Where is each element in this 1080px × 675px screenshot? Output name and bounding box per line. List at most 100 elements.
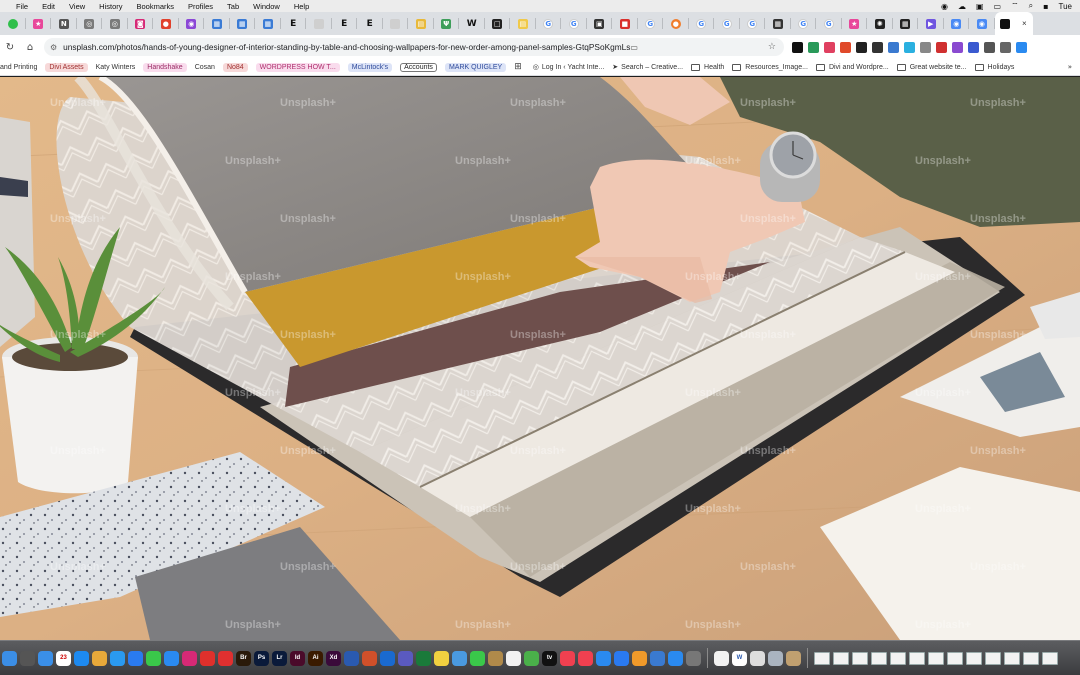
- browser-tab[interactable]: ◉: [969, 12, 995, 35]
- bookmark-item[interactable]: McLintock's: [347, 62, 393, 72]
- extension-icon[interactable]: [952, 41, 963, 53]
- address-bar[interactable]: ⚙ unsplash.com/photos/hands-of-young-des…: [44, 38, 784, 56]
- extension-icon[interactable]: [984, 41, 995, 53]
- preview-icon[interactable]: [452, 650, 467, 666]
- bookmark-item[interactable]: ➤ Search – Creative...: [612, 63, 683, 71]
- browser-tab[interactable]: ▤: [510, 12, 536, 35]
- tv-icon[interactable]: tv: [542, 650, 557, 666]
- lightroom-icon[interactable]: Lr: [272, 650, 287, 666]
- music-icon[interactable]: [560, 650, 575, 666]
- bookmark-item[interactable]: Accounts: [400, 62, 437, 72]
- maps-icon[interactable]: [524, 650, 539, 666]
- bookmark-folder[interactable]: Resources_Image...: [732, 63, 808, 71]
- utility-icon[interactable]: [686, 650, 701, 666]
- browser-tab[interactable]: [0, 12, 26, 35]
- browser-tab[interactable]: ★: [26, 12, 52, 35]
- bookmark-item[interactable]: Divi Assets: [45, 62, 88, 72]
- news-icon[interactable]: [578, 650, 593, 666]
- messages-icon[interactable]: [146, 650, 161, 666]
- browser-tab[interactable]: ◉: [944, 12, 970, 35]
- minimized-window-thumbnail[interactable]: [814, 651, 830, 665]
- bridge-icon[interactable]: Br: [236, 650, 251, 666]
- screen-share-icon[interactable]: [668, 650, 683, 666]
- menu-tab[interactable]: Tab: [221, 2, 247, 11]
- pages-icon[interactable]: [632, 650, 647, 666]
- menu-view[interactable]: View: [63, 2, 93, 11]
- home-icon[interactable]: ⌂: [20, 42, 40, 53]
- bookmark-item[interactable]: ◎ Log In ‹ Yacht Inte...: [533, 63, 605, 71]
- bookmark-item[interactable]: MARK QUIGLEY: [444, 62, 507, 72]
- menu-history[interactable]: History: [93, 2, 130, 11]
- clock[interactable]: Tue: [1059, 2, 1073, 11]
- browser-tab[interactable]: G: [689, 12, 715, 35]
- bookmark-item[interactable]: WORDPRESS HOW T...: [255, 62, 340, 72]
- word-icon[interactable]: [344, 650, 359, 666]
- bookmark-item[interactable]: and Printing: [0, 64, 37, 71]
- powerpoint-icon[interactable]: [362, 650, 377, 666]
- menu-window[interactable]: Window: [247, 2, 288, 11]
- teams-icon[interactable]: [398, 650, 413, 666]
- bookmark-folder[interactable]: Holidays: [974, 63, 1014, 71]
- minimized-window-thumbnail[interactable]: [928, 651, 944, 665]
- ios-app-store-icon[interactable]: [596, 650, 611, 666]
- minimized-window-thumbnail[interactable]: [871, 651, 887, 665]
- word-doc-icon[interactable]: W: [732, 650, 747, 666]
- extension-icon[interactable]: [856, 41, 867, 53]
- excel-icon[interactable]: [416, 650, 431, 666]
- browser-tab[interactable]: ▦: [893, 12, 919, 35]
- menu-profiles[interactable]: Profiles: [182, 2, 221, 11]
- instagram-icon[interactable]: [182, 650, 197, 666]
- active-tab[interactable]: ×: [994, 12, 1033, 35]
- browser-tab[interactable]: □: [485, 12, 511, 35]
- browser-tab[interactable]: ◙: [128, 12, 154, 35]
- messenger-icon[interactable]: [128, 650, 143, 666]
- browser-tab[interactable]: E: [357, 12, 383, 35]
- browser-tab[interactable]: G: [561, 12, 587, 35]
- extension-icon[interactable]: [920, 41, 931, 53]
- bookmark-item[interactable]: Katy Winters: [96, 64, 136, 71]
- acrobat-icon[interactable]: [200, 650, 215, 666]
- extension-icon[interactable]: [824, 41, 835, 53]
- calculator-icon[interactable]: [20, 650, 35, 666]
- browser-tab[interactable]: ◉: [179, 12, 205, 35]
- chrome-icon[interactable]: [92, 650, 107, 666]
- menu-edit[interactable]: Edit: [36, 2, 63, 11]
- outlook-icon[interactable]: [380, 650, 395, 666]
- bookmarks-overflow-icon[interactable]: »: [1068, 63, 1072, 71]
- extension-icon[interactable]: [792, 41, 803, 53]
- minimized-window-thumbnail[interactable]: [852, 651, 868, 665]
- bookmark-star-icon[interactable]: ☆: [768, 42, 776, 52]
- app-store-icon[interactable]: [74, 650, 89, 666]
- minimized-window-thumbnail[interactable]: [1004, 651, 1020, 665]
- extension-icon[interactable]: [888, 41, 899, 53]
- extension-icon[interactable]: [968, 41, 979, 53]
- minimized-window-thumbnail[interactable]: [947, 651, 963, 665]
- bookmark-item[interactable]: ⊞: [514, 62, 525, 72]
- browser-tab[interactable]: ▶: [918, 12, 944, 35]
- red-app-icon[interactable]: [218, 650, 233, 666]
- browser-tab[interactable]: G: [714, 12, 740, 35]
- extension-icon[interactable]: [936, 41, 947, 53]
- script-icon[interactable]: [750, 650, 765, 666]
- browser-tab[interactable]: ●: [153, 12, 179, 35]
- control-center-icon[interactable]: ▪: [1043, 2, 1048, 11]
- menu-file[interactable]: File: [10, 2, 36, 11]
- safari-icon[interactable]: [110, 650, 125, 666]
- browser-tab[interactable]: ▦: [255, 12, 281, 35]
- browser-tab[interactable]: ◎: [102, 12, 128, 35]
- extension-icon[interactable]: [840, 41, 851, 53]
- photoshop-icon[interactable]: Ps: [254, 650, 269, 666]
- browser-tab[interactable]: [306, 12, 332, 35]
- browser-tab[interactable]: G: [740, 12, 766, 35]
- browser-tab[interactable]: G: [816, 12, 842, 35]
- browser-tab[interactable]: ▦: [204, 12, 230, 35]
- indesign-icon[interactable]: Id: [290, 650, 305, 666]
- extension-icon[interactable]: [1000, 41, 1011, 53]
- minimized-window-thumbnail[interactable]: [833, 651, 849, 665]
- bookmark-item[interactable]: Cosan: [195, 64, 215, 71]
- browser-tab[interactable]: ▦: [765, 12, 791, 35]
- calendar-icon[interactable]: 23: [56, 650, 71, 666]
- bookmark-folder[interactable]: Great website te...: [896, 63, 967, 71]
- app-store-2-icon[interactable]: [164, 650, 179, 666]
- chrome-status-icon[interactable]: ◉: [941, 2, 948, 11]
